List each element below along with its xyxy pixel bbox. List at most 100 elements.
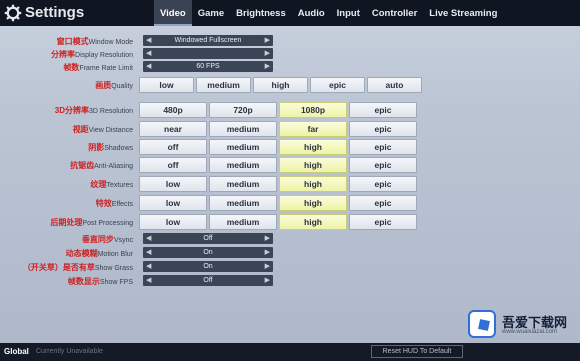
option-480p[interactable]: 480p bbox=[139, 102, 207, 118]
right-arrow-icon[interactable]: ▶ bbox=[265, 263, 270, 270]
shadows-options: off medium high epic bbox=[139, 139, 417, 155]
row-shadows: 阴影Shadows off medium high epic bbox=[0, 139, 580, 156]
right-arrow-icon[interactable]: ▶ bbox=[265, 277, 270, 284]
frame-rate-selector[interactable]: ◀ 60 FPS ▶ bbox=[143, 61, 273, 72]
window-mode-selector[interactable]: ◀ Windowed Fullscreen ▶ bbox=[143, 35, 273, 46]
right-arrow-icon[interactable]: ▶ bbox=[265, 235, 270, 242]
option-high[interactable]: high bbox=[279, 195, 347, 211]
option-low[interactable]: low bbox=[139, 195, 207, 211]
selector-value: On bbox=[203, 249, 213, 256]
right-arrow-icon[interactable]: ▶ bbox=[265, 37, 270, 44]
quality-option-high[interactable]: high bbox=[253, 77, 308, 93]
tab-brightness[interactable]: Brightness bbox=[230, 0, 292, 26]
option-medium[interactable]: medium bbox=[209, 214, 277, 230]
row-anti-aliasing: 抗锯齿Anti-Aliasing off medium high epic bbox=[0, 157, 580, 174]
label-zh: 纹理 bbox=[90, 180, 107, 189]
tab-bar: Video Game Brightness Audio Input Contro… bbox=[154, 0, 503, 26]
gear-icon bbox=[4, 4, 22, 22]
label-zh: 阴影 bbox=[88, 143, 105, 152]
quality-option-epic[interactable]: epic bbox=[310, 77, 365, 93]
motion-blur-selector[interactable]: ◀ On ▶ bbox=[143, 247, 273, 258]
row-3d-resolution: 3D分辨率3D Resolution 480p 720p 1080p epic bbox=[0, 102, 580, 119]
setting-label: Motion Blur bbox=[97, 251, 133, 258]
setting-label: Quality bbox=[111, 83, 133, 90]
left-arrow-icon[interactable]: ◀ bbox=[146, 50, 151, 57]
option-off[interactable]: off bbox=[139, 139, 207, 155]
setting-label: View Distance bbox=[88, 127, 133, 134]
option-1080p[interactable]: 1080p bbox=[279, 102, 347, 118]
page-title: Settings bbox=[25, 4, 85, 21]
watermark-url: www.wuaixiazai.com bbox=[502, 329, 558, 335]
label-zh: 动态模糊 bbox=[65, 249, 98, 258]
row-show-fps: 帧数显示Show FPS ◀ Off ▶ bbox=[0, 273, 580, 290]
option-medium[interactable]: medium bbox=[209, 157, 277, 173]
setting-label: Effects bbox=[111, 201, 133, 208]
cube-logo-icon bbox=[468, 310, 496, 338]
tab-game[interactable]: Game bbox=[192, 0, 230, 26]
quality-option-low[interactable]: low bbox=[139, 77, 194, 93]
selector-value: Off bbox=[203, 277, 213, 284]
setting-label: Display Resolution bbox=[75, 52, 133, 59]
post-processing-options: low medium high epic bbox=[139, 214, 417, 230]
quality-option-auto[interactable]: auto bbox=[367, 77, 422, 93]
setting-label: Anti-Aliasing bbox=[94, 163, 133, 170]
tab-controller[interactable]: Controller bbox=[366, 0, 423, 26]
vsync-selector[interactable]: ◀ Off ▶ bbox=[143, 233, 273, 244]
selector-value: Off bbox=[203, 235, 213, 242]
row-textures: 纹理Textures low medium high epic bbox=[0, 176, 580, 193]
option-medium[interactable]: medium bbox=[209, 139, 277, 155]
option-near[interactable]: near bbox=[139, 121, 207, 137]
right-arrow-icon[interactable]: ▶ bbox=[265, 249, 270, 256]
top-bar: Settings Video Game Brightness Audio Inp… bbox=[0, 0, 580, 26]
setting-label: Window Mode bbox=[88, 39, 133, 46]
option-epic[interactable]: epic bbox=[349, 102, 417, 118]
quality-option-medium[interactable]: medium bbox=[196, 77, 251, 93]
option-medium[interactable]: medium bbox=[209, 121, 277, 137]
option-epic[interactable]: epic bbox=[349, 195, 417, 211]
option-epic[interactable]: epic bbox=[349, 214, 417, 230]
right-arrow-icon[interactable]: ▶ bbox=[265, 50, 270, 57]
quality-options: low medium high epic auto bbox=[139, 77, 422, 93]
option-high[interactable]: high bbox=[279, 176, 347, 192]
label-zh: 帧数 bbox=[63, 63, 80, 72]
right-arrow-icon[interactable]: ▶ bbox=[265, 63, 270, 70]
show-fps-selector[interactable]: ◀ Off ▶ bbox=[143, 275, 273, 286]
tab-audio[interactable]: Audio bbox=[292, 0, 331, 26]
setting-label: Post Processing bbox=[82, 220, 133, 227]
option-far[interactable]: far bbox=[279, 121, 347, 137]
tab-video[interactable]: Video bbox=[154, 0, 192, 26]
row-view-distance: 视距View Distance near medium far epic bbox=[0, 121, 580, 138]
option-medium[interactable]: medium bbox=[209, 195, 277, 211]
option-epic[interactable]: epic bbox=[349, 139, 417, 155]
label-zh: 帧数显示 bbox=[67, 277, 100, 286]
label-zh: 特效 bbox=[95, 199, 112, 208]
option-low[interactable]: low bbox=[139, 214, 207, 230]
watermark-logo: 吾爱下载网 www.wuaixiazai.com bbox=[464, 304, 580, 344]
option-medium[interactable]: medium bbox=[209, 176, 277, 192]
option-off[interactable]: off bbox=[139, 157, 207, 173]
selector-value: 60 FPS bbox=[196, 63, 220, 70]
option-high[interactable]: high bbox=[279, 157, 347, 173]
show-grass-selector[interactable]: ◀ On ▶ bbox=[143, 261, 273, 272]
setting-label: Frame Rate Limit bbox=[79, 65, 133, 72]
row-frame-rate: 帧数Frame Rate Limit ◀ 60 FPS ▶ bbox=[0, 59, 580, 76]
option-low[interactable]: low bbox=[139, 176, 207, 192]
tab-live-streaming[interactable]: Live Streaming bbox=[423, 0, 503, 26]
option-720p[interactable]: 720p bbox=[209, 102, 277, 118]
reset-button[interactable]: Reset HUD To Default bbox=[371, 345, 463, 358]
tab-input[interactable]: Input bbox=[331, 0, 366, 26]
label-zh: 后期处理 bbox=[50, 218, 83, 227]
option-high[interactable]: high bbox=[279, 214, 347, 230]
label-zh: 视距 bbox=[72, 125, 89, 134]
option-epic[interactable]: epic bbox=[349, 121, 417, 137]
setting-label: Vsync bbox=[113, 237, 133, 244]
bottom-bar: Global Currently Unavailable Reset HUD T… bbox=[0, 343, 580, 361]
setting-label: Show FPS bbox=[99, 279, 133, 286]
option-epic[interactable]: epic bbox=[349, 157, 417, 173]
display-resolution-selector[interactable]: ◀ ▶ bbox=[143, 48, 273, 59]
option-high[interactable]: high bbox=[279, 139, 347, 155]
setting-label: Show Grass bbox=[94, 265, 133, 272]
status-hint: Currently Unavailable bbox=[36, 348, 103, 355]
option-epic[interactable]: epic bbox=[349, 176, 417, 192]
setting-label: Textures bbox=[106, 182, 133, 189]
